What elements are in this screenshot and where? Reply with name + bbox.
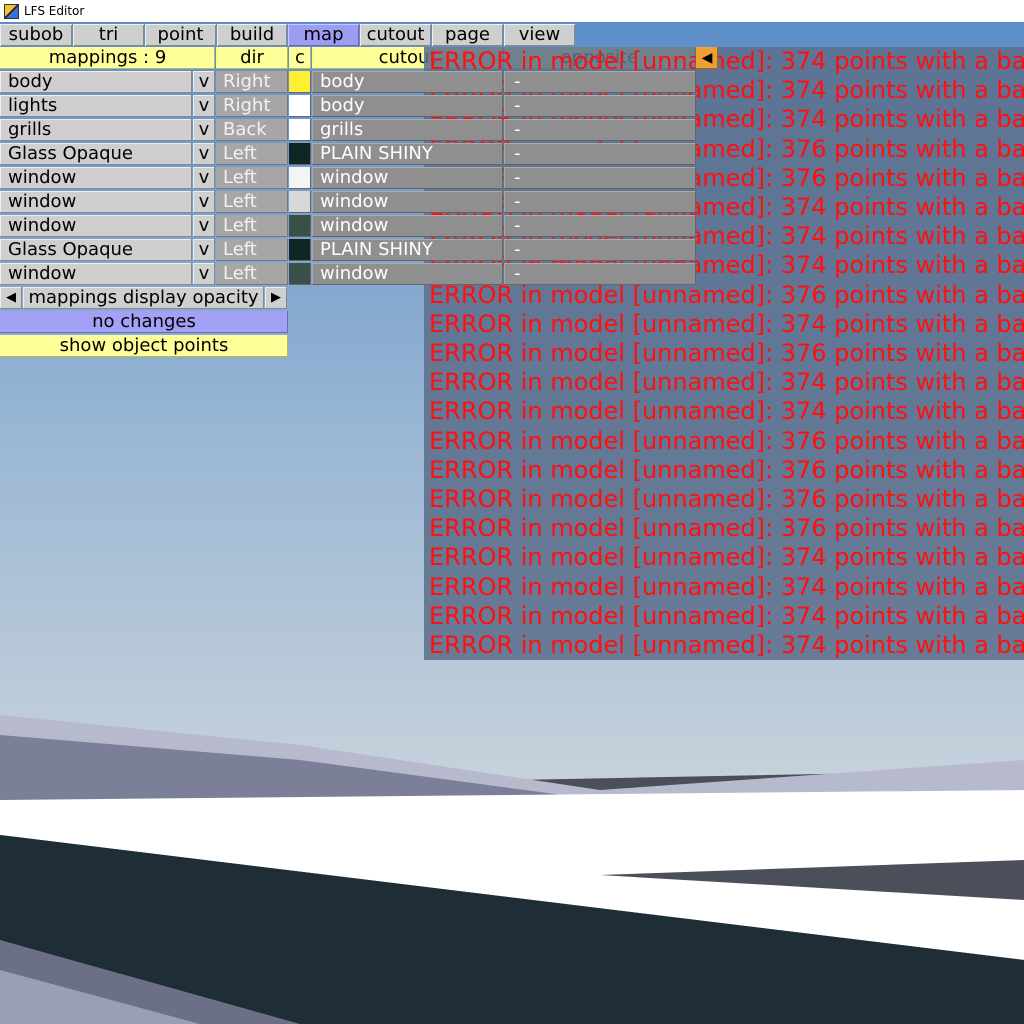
mapping-direction[interactable]: Left [216, 215, 288, 237]
mapping-color-swatch[interactable] [289, 239, 311, 261]
mapping-cutout[interactable]: window [312, 167, 503, 189]
mapping-row: window v Left window - [0, 214, 696, 238]
mapping-opposite[interactable]: - [504, 263, 696, 285]
mapping-row: Glass Opaque v Left PLAIN SHINY - [0, 142, 696, 166]
error-line: ERROR in model [unnamed]: 374 points wit… [429, 368, 1024, 397]
mapping-cutout[interactable]: grills [312, 119, 503, 141]
mapping-name[interactable]: window [0, 167, 192, 189]
mapping-direction[interactable]: Left [216, 191, 288, 213]
error-line: ERROR in model [unnamed]: 374 points wit… [429, 309, 1024, 338]
opacity-label: mappings display opacity [23, 287, 264, 309]
opacity-increase-button[interactable]: ▶ [265, 287, 287, 309]
mappings-count-header: mappings : 9 [0, 47, 215, 69]
error-line: ERROR in model [unnamed]: 374 points wit… [429, 631, 1024, 659]
mapping-opposite[interactable]: - [504, 215, 696, 237]
mapping-color-swatch[interactable] [289, 263, 311, 285]
mapping-dropdown-button[interactable]: v [193, 191, 215, 213]
mapping-cutout[interactable]: PLAIN SHINY [312, 143, 503, 165]
mapping-name[interactable]: Glass Opaque [0, 239, 192, 261]
mapping-direction[interactable]: Left [216, 239, 288, 261]
collapse-panel-button[interactable]: ◀ [696, 47, 718, 69]
title-bar: LFS Editor [0, 0, 1024, 22]
error-line: ERROR in model [unnamed]: 374 points wit… [429, 572, 1024, 601]
mapping-color-swatch[interactable] [289, 95, 311, 117]
window-title: LFS Editor [24, 4, 85, 18]
mapping-row: Glass Opaque v Left PLAIN SHINY - [0, 238, 696, 262]
mapping-row: window v Left window - [0, 166, 696, 190]
mapping-direction[interactable]: Right [216, 71, 288, 93]
tab-build[interactable]: build [217, 24, 287, 46]
mapping-row: window v Left window - [0, 190, 696, 214]
mapping-dropdown-button[interactable]: v [193, 239, 215, 261]
mapping-direction[interactable]: Left [216, 263, 288, 285]
no-changes-button[interactable]: no changes [0, 311, 288, 333]
error-line: ERROR in model [unnamed]: 376 points wit… [429, 426, 1024, 455]
mapping-cutout[interactable]: body [312, 71, 503, 93]
mapping-color-swatch[interactable] [289, 119, 311, 141]
mapping-opposite[interactable]: - [504, 143, 696, 165]
mapping-direction[interactable]: Back [216, 119, 288, 141]
mapping-opposite[interactable]: - [504, 191, 696, 213]
tab-tri[interactable]: tri [73, 24, 144, 46]
error-line: ERROR in model [unnamed]: 376 points wit… [429, 485, 1024, 513]
mapping-row: grills v Back grills - [0, 118, 696, 142]
tab-subob[interactable]: subob [0, 24, 72, 46]
error-line: ERROR in model [unnamed]: 376 points wit… [429, 455, 1024, 484]
mapping-name[interactable]: grills [0, 119, 192, 141]
tab-view[interactable]: view [504, 24, 575, 46]
mapping-color-swatch[interactable] [289, 143, 311, 165]
mapping-color-swatch[interactable] [289, 191, 311, 213]
mapping-dropdown-button[interactable]: v [193, 263, 215, 285]
error-line: ERROR in model [unnamed]: 374 points wit… [429, 601, 1024, 630]
error-line: ERROR in model [unnamed]: 376 points wit… [429, 514, 1024, 543]
mapping-name[interactable]: Glass Opaque [0, 143, 192, 165]
mapping-cutout[interactable]: window [312, 215, 503, 237]
mapping-cutout[interactable]: PLAIN SHINY [312, 239, 503, 261]
opacity-control: ◀ mappings display opacity ▶ [0, 287, 288, 309]
error-line: ERROR in model [unnamed]: 376 points wit… [429, 339, 1024, 367]
mapping-cutout[interactable]: window [312, 263, 503, 285]
mapping-name[interactable]: window [0, 191, 192, 213]
mapping-opposite[interactable]: - [504, 119, 696, 141]
mapping-direction[interactable]: Left [216, 167, 288, 189]
mapping-name[interactable]: window [0, 263, 192, 285]
mapping-dropdown-button[interactable]: v [193, 215, 215, 237]
mapping-dropdown-button[interactable]: v [193, 143, 215, 165]
dir-column-header: dir [216, 47, 288, 69]
mapping-name[interactable]: body [0, 71, 192, 93]
mapping-name[interactable]: window [0, 215, 192, 237]
mapping-color-swatch[interactable] [289, 71, 311, 93]
error-line: ERROR in model [unnamed]: 374 points wit… [429, 543, 1024, 572]
mapping-color-swatch[interactable] [289, 215, 311, 237]
show-object-points-button[interactable]: show object points [0, 335, 288, 357]
error-line: ERROR in model [unnamed]: 374 points wit… [429, 397, 1024, 426]
tab-map[interactable]: map [288, 24, 359, 46]
mapping-cutout[interactable]: window [312, 191, 503, 213]
mapping-direction[interactable]: Right [216, 95, 288, 117]
color-column-header: c [289, 47, 311, 69]
mapping-color-swatch[interactable] [289, 167, 311, 189]
mapping-dropdown-button[interactable]: v [193, 95, 215, 117]
mapping-opposite[interactable]: - [504, 71, 696, 93]
mapping-row: lights v Right body - [0, 94, 696, 118]
tab-cutout[interactable]: cutout [360, 24, 431, 46]
tab-page[interactable]: page [432, 24, 503, 46]
mapping-dropdown-button[interactable]: v [193, 119, 215, 141]
mapping-opposite[interactable]: - [504, 167, 696, 189]
tab-point[interactable]: point [145, 24, 216, 46]
mapping-dropdown-button[interactable]: v [193, 71, 215, 93]
opacity-decrease-button[interactable]: ◀ [0, 287, 22, 309]
mapping-direction[interactable]: Left [216, 143, 288, 165]
mapping-opposite[interactable]: - [504, 239, 696, 261]
mapping-cutout[interactable]: body [312, 95, 503, 117]
mapping-row: body v Right body - [0, 70, 696, 94]
app-icon [4, 3, 19, 19]
mapping-row: window v Left window - [0, 262, 696, 286]
mapping-name[interactable]: lights [0, 95, 192, 117]
mapping-dropdown-button[interactable]: v [193, 167, 215, 189]
mapping-opposite[interactable]: - [504, 95, 696, 117]
